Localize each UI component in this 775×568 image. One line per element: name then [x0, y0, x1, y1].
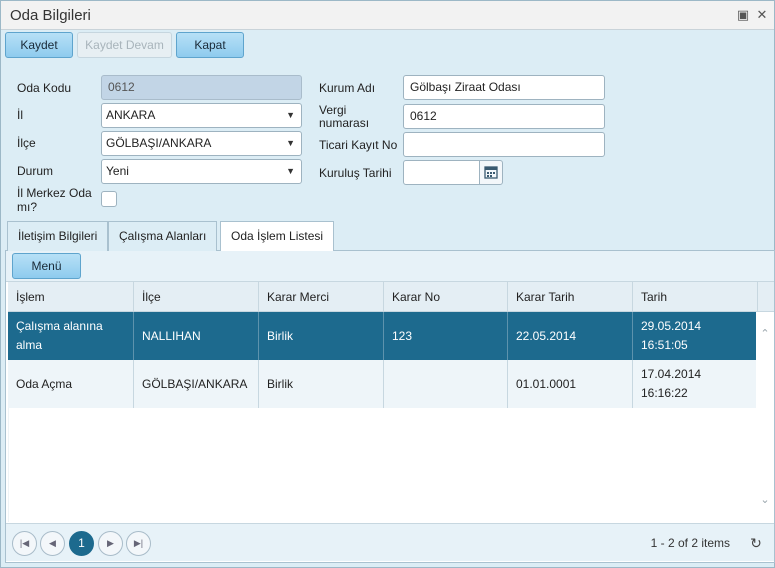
vergi-label-line2: numarası	[319, 116, 370, 130]
cell-karar-merci: Birlik	[258, 312, 383, 360]
tab-calisma-alanlari[interactable]: Çalışma Alanları	[108, 221, 218, 251]
scroll-down-icon[interactable]: ⌄	[757, 493, 773, 507]
vergi-numarasi-field[interactable]: 0612	[403, 104, 605, 129]
table-row[interactable]: Oda Açma GÖLBAŞI/ANKARA Birlik 01.01.000…	[8, 360, 756, 408]
ilce-select[interactable]: GÖLBAŞI/ANKARA ▼	[101, 131, 302, 156]
window-title: Oda Bilgileri	[10, 7, 91, 24]
ticari-kayit-label: Ticari Kayıt No	[319, 138, 398, 152]
menu-button[interactable]: Menü	[12, 253, 81, 279]
close-button[interactable]: Kapat	[176, 32, 244, 58]
kurum-adi-field[interactable]: Gölbaşı Ziraat Odası	[403, 75, 605, 100]
close-icon[interactable]: ✕	[754, 7, 770, 23]
ilce-label: İlçe	[17, 136, 36, 150]
column-header-karar-no[interactable]: Karar No	[383, 282, 507, 312]
column-header-spacer	[757, 282, 774, 312]
cell-karar-no	[383, 360, 507, 408]
chevron-down-icon: ▼	[286, 138, 295, 148]
table-row[interactable]: Çalışma alanına alma NALLIHAN Birlik 123…	[8, 312, 756, 360]
calendar-button[interactable]	[479, 160, 503, 185]
refresh-icon[interactable]: ↻	[748, 535, 764, 551]
cell-tarih-line2: 16:16:22	[641, 386, 688, 400]
il-merkez-label-line2: mı?	[17, 200, 38, 214]
cell-ilce: GÖLBAŞI/ANKARA	[133, 360, 258, 408]
cell-islem-line1: Çalışma alanına	[16, 319, 103, 333]
cell-karar-tarih: 22.05.2014	[507, 312, 632, 360]
cell-islem-line1: Oda Açma	[16, 376, 73, 391]
column-header-tarih[interactable]: Tarih	[632, 282, 757, 312]
save-continue-button[interactable]: Kaydet Devam	[77, 32, 172, 58]
durum-label: Durum	[17, 164, 54, 178]
tab-oda-islem-listesi[interactable]: Oda İşlem Listesi	[220, 221, 335, 252]
title-bar: Oda Bilgileri ▣ ✕	[1, 1, 774, 30]
oda-kodu-label: Oda Kodu	[17, 81, 72, 95]
kurulus-tarihi-field[interactable]	[403, 160, 480, 185]
cell-tarih-line2: 16:51:05	[641, 338, 688, 352]
cell-tarih-line1: 29.05.2014	[641, 319, 702, 333]
prev-page-icon[interactable]: ◀	[40, 531, 65, 556]
grid-empty-area	[8, 408, 756, 522]
first-page-icon[interactable]: |◀	[12, 531, 37, 556]
calendar-icon	[484, 166, 498, 179]
ticari-kayit-field[interactable]	[403, 132, 605, 157]
cell-tarih: 29.05.2014 16:51:05	[632, 312, 756, 360]
scroll-up-icon[interactable]: ⌃	[757, 327, 773, 341]
current-page-button[interactable]: 1	[69, 531, 94, 556]
maximize-icon[interactable]: ▣	[735, 7, 751, 23]
durum-value: Yeni	[106, 164, 129, 178]
ilce-value: GÖLBAŞI/ANKARA	[106, 136, 212, 150]
last-page-icon[interactable]: ▶|	[126, 531, 151, 556]
pager: |◀ ◀ 1 ▶ ▶| 1 - 2 of 2 items ↻	[6, 523, 774, 561]
oda-bilgileri-window: Oda Bilgileri ▣ ✕ Kaydet Kaydet Devam Ka…	[0, 0, 775, 568]
cell-ilce: NALLIHAN	[133, 312, 258, 360]
kurum-adi-label: Kurum Adı	[319, 81, 376, 95]
tab-strip: İletişim Bilgileri Çalışma Alanları Oda …	[5, 221, 775, 252]
cell-tarih: 17.04.2014 16:16:22	[632, 360, 756, 408]
oda-kodu-field[interactable]: 0612	[101, 75, 302, 100]
kurulus-tarihi-label: Kuruluş Tarihi	[319, 166, 392, 180]
cell-islem: Çalışma alanına alma	[8, 312, 133, 360]
cell-tarih-line1: 17.04.2014	[641, 367, 702, 381]
vergi-label-line1: Vergi	[319, 103, 347, 117]
il-label: İl	[17, 108, 23, 122]
column-header-islem[interactable]: İşlem	[8, 282, 133, 312]
il-merkez-checkbox[interactable]	[101, 191, 117, 207]
cell-karar-merci: Birlik	[258, 360, 383, 408]
tab-iletisim-bilgileri[interactable]: İletişim Bilgileri	[7, 221, 109, 251]
chevron-down-icon: ▼	[286, 110, 295, 120]
pager-info: 1 - 2 of 2 items	[650, 536, 730, 550]
cell-islem: Oda Açma	[8, 360, 133, 408]
chevron-down-icon: ▼	[286, 166, 295, 176]
column-header-karar-merci[interactable]: Karar Merci	[258, 282, 383, 312]
oda-islem-panel: Menü İşlem İlçe Karar Merci Karar No Kar…	[5, 251, 775, 563]
cell-karar-tarih: 01.01.0001	[507, 360, 632, 408]
il-select[interactable]: ANKARA ▼	[101, 103, 302, 128]
durum-select[interactable]: Yeni ▼	[101, 159, 302, 184]
il-merkez-label-line1: İl Merkez Oda	[17, 186, 92, 200]
column-header-karar-tarih[interactable]: Karar Tarih	[507, 282, 632, 312]
next-page-icon[interactable]: ▶	[98, 531, 123, 556]
column-header-ilce[interactable]: İlçe	[133, 282, 258, 312]
cell-islem-line2: alma	[16, 338, 43, 352]
il-value: ANKARA	[106, 108, 156, 122]
save-button[interactable]: Kaydet	[5, 32, 73, 58]
grid-toolbar: Menü	[6, 251, 774, 282]
grid-header: İşlem İlçe Karar Merci Karar No Karar Ta…	[8, 282, 774, 312]
cell-karar-no: 123	[383, 312, 507, 360]
